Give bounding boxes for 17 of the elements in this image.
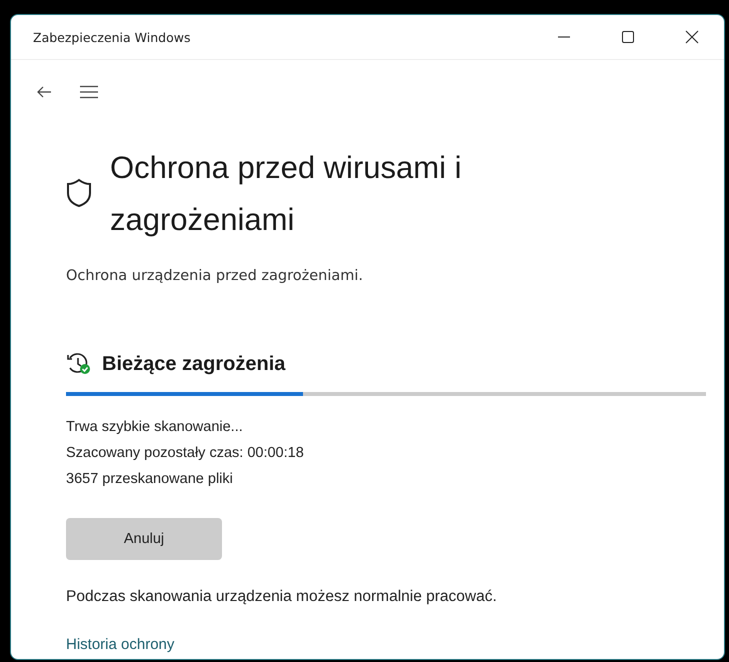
page-title: Ochrona przed wirusami i zagrożeniami [110, 149, 462, 239]
status-text: 3657 przeskanowane pliki [66, 470, 234, 489]
status-text: Szacowany pozostały czas: 00:00:18 [66, 444, 305, 463]
minimize-icon [557, 36, 571, 38]
back-arrow-icon[interactable] [36, 85, 52, 99]
section-heading: Bieżące zagrożenia [102, 352, 286, 376]
cancel-button[interactable]: Anuluj [66, 518, 222, 560]
menu-icon[interactable] [80, 85, 98, 99]
close-icon [685, 30, 699, 44]
page-subtitle: Ochrona urządzenia przed zagrożeniami. [66, 268, 364, 284]
maximize-icon [621, 30, 635, 44]
window-title: Zabezpieczenia Windows [33, 30, 192, 44]
shield-icon [66, 178, 92, 208]
protection-history-link[interactable]: Historia ochrony [66, 636, 174, 653]
info-text: Podczas skanowania urządzenia możesz normalnie pracować. [66, 588, 498, 606]
status-text: Trwa szybkie skanowanie... [66, 418, 244, 437]
clock-check-icon [66, 352, 92, 376]
